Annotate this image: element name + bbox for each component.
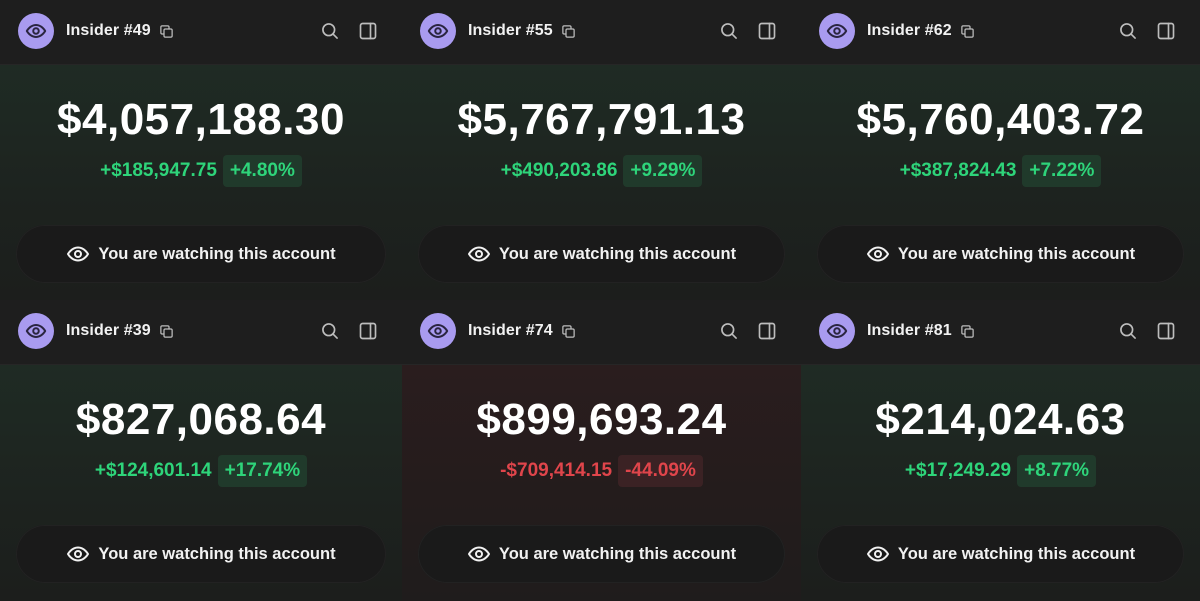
change-percent-badge: +4.80% [222,155,302,187]
change-percent-badge: +7.22% [1022,155,1102,187]
copy-icon[interactable] [159,24,174,39]
account-balance: $5,767,791.13 [457,95,746,144]
watching-label: You are watching this account [897,544,1136,563]
watching-account-button[interactable]: You are watching this account [418,225,785,283]
eye-icon [826,324,848,338]
account-card-6: Insider #81 $214,024.63 +$17,249.29 +8.7… [801,300,1200,601]
watching-label: You are watching this account [897,244,1136,263]
account-card-3: Insider #62 $5,760,403.72 +$387,824.43 +… [801,0,1200,300]
eye-icon [66,542,90,566]
sidebar-panel-icon[interactable] [1156,321,1176,341]
card-body: $5,767,791.13 +$490,203.86 +9.29% You ar… [402,65,801,300]
change-amount: +$124,601.14 [94,460,212,481]
account-name: Insider #49 [66,22,151,39]
search-icon[interactable] [1118,321,1138,341]
search-icon[interactable] [719,21,739,41]
change-amount: +$490,203.86 [500,160,618,181]
copy-icon[interactable] [960,24,975,39]
avatar[interactable] [420,313,456,349]
avatar[interactable] [18,313,54,349]
change-row: +$124,601.14 +17.74% [0,455,402,487]
change-row: +$387,824.43 +7.22% [801,155,1200,187]
avatar[interactable] [819,313,855,349]
search-icon[interactable] [719,321,739,341]
card-body: $4,057,188.30 +$185,947.75 +4.80% You ar… [0,65,402,300]
change-percent-badge: +9.29% [623,155,703,187]
sidebar-panel-icon[interactable] [1156,21,1176,41]
sidebar-panel-icon[interactable] [358,21,378,41]
account-name: Insider #62 [867,22,952,39]
account-balance: $899,693.24 [476,395,727,444]
change-percent-badge: +17.74% [217,455,308,487]
eye-icon [66,242,90,266]
eye-icon [866,542,890,566]
account-balance: $827,068.64 [75,395,327,444]
sidebar-panel-icon[interactable] [757,21,777,41]
account-grid: Insider #49 $4,057,188.30 +$185,947.75 +… [0,0,1200,601]
copy-icon[interactable] [960,324,975,339]
change-row: +$490,203.86 +9.29% [402,155,801,187]
account-card-5: Insider #74 $899,693.24 -$709,414.15 -44… [402,300,801,601]
sidebar-panel-icon[interactable] [358,321,378,341]
card-body: $899,693.24 -$709,414.15 -44.09% You are… [402,365,801,601]
change-percent-badge: +8.77% [1017,455,1097,487]
account-card-1: Insider #49 $4,057,188.30 +$185,947.75 +… [0,0,402,300]
change-row: -$709,414.15 -44.09% [402,455,801,487]
account-balance: $214,024.63 [875,395,1126,444]
eye-icon [25,324,47,338]
account-name: Insider #74 [468,322,553,339]
copy-icon[interactable] [561,24,576,39]
copy-icon[interactable] [159,324,174,339]
account-balance: $4,057,188.30 [57,95,345,144]
card-header: Insider #39 [0,300,402,365]
account-card-4: Insider #39 $827,068.64 +$124,601.14 +17… [0,300,402,601]
avatar[interactable] [420,13,456,49]
watching-account-button[interactable]: You are watching this account [817,225,1184,283]
eye-icon [467,242,491,266]
eye-icon [427,24,449,38]
search-icon[interactable] [1118,21,1138,41]
card-header: Insider #81 [801,300,1200,365]
account-card-2: Insider #55 $5,767,791.13 +$490,203.86 +… [402,0,801,300]
eye-icon [427,324,449,338]
card-body: $827,068.64 +$124,601.14 +17.74% You are… [0,365,402,601]
copy-icon[interactable] [561,324,576,339]
change-percent-badge: -44.09% [618,455,703,487]
account-balance: $5,760,403.72 [856,95,1145,144]
change-amount: +$387,824.43 [899,160,1017,181]
card-header: Insider #62 [801,0,1200,65]
change-amount: +$17,249.29 [904,460,1012,481]
search-icon[interactable] [320,321,340,341]
eye-icon [866,242,890,266]
change-amount: +$185,947.75 [100,160,217,181]
card-header: Insider #49 [0,0,402,65]
account-name: Insider #81 [867,322,952,339]
watching-account-button[interactable]: You are watching this account [16,525,386,583]
watching-label: You are watching this account [98,544,336,563]
watching-account-button[interactable]: You are watching this account [418,525,785,583]
sidebar-panel-icon[interactable] [757,321,777,341]
card-body: $214,024.63 +$17,249.29 +8.77% You are w… [801,365,1200,601]
card-header: Insider #74 [402,300,801,365]
account-name: Insider #55 [468,22,553,39]
avatar[interactable] [819,13,855,49]
account-name: Insider #39 [66,322,151,339]
eye-icon [826,24,848,38]
change-amount: -$709,414.15 [500,460,613,481]
avatar[interactable] [18,13,54,49]
search-icon[interactable] [320,21,340,41]
watching-account-button[interactable]: You are watching this account [817,525,1184,583]
watching-label: You are watching this account [498,244,737,263]
change-row: +$17,249.29 +8.77% [801,455,1200,487]
eye-icon [25,24,47,38]
watching-label: You are watching this account [98,244,336,263]
watching-label: You are watching this account [498,544,737,563]
watching-account-button[interactable]: You are watching this account [16,225,386,283]
card-header: Insider #55 [402,0,801,65]
card-body: $5,760,403.72 +$387,824.43 +7.22% You ar… [801,65,1200,300]
eye-icon [467,542,491,566]
change-row: +$185,947.75 +4.80% [0,155,402,187]
